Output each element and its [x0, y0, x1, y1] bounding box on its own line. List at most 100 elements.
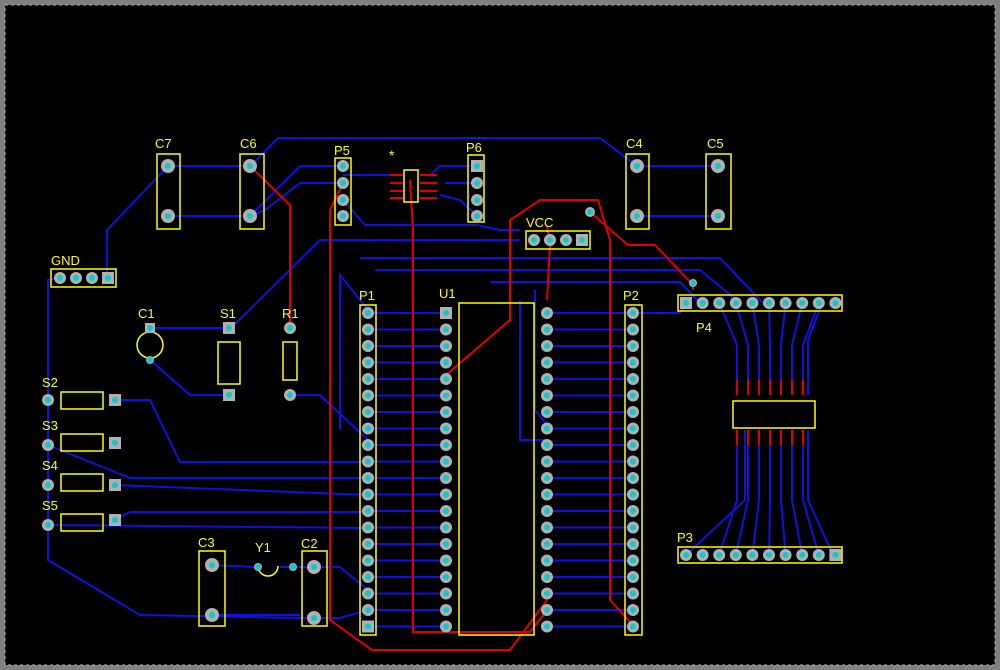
pad-hole — [683, 300, 689, 306]
pad-hole — [112, 397, 118, 403]
pad-hole — [799, 552, 806, 558]
pad-hole — [443, 623, 449, 630]
pad-hole — [365, 326, 371, 333]
board-area — [5, 5, 995, 665]
pad-hole — [544, 359, 550, 366]
pad-hole — [474, 213, 480, 219]
pad-hole — [630, 557, 636, 564]
label-u1: U1 — [439, 286, 456, 301]
label-p2: P2 — [623, 288, 639, 303]
pad-hole — [73, 275, 79, 281]
label-p3: P3 — [677, 530, 693, 545]
pad-hole — [255, 564, 261, 570]
pad-hole — [45, 522, 51, 528]
pad-hole — [732, 300, 739, 306]
pad-hole — [766, 300, 772, 306]
pad-hole — [544, 541, 550, 547]
pad-hole — [749, 552, 756, 558]
pad-hole — [365, 425, 371, 432]
pad-hole — [630, 392, 636, 399]
pad-hole — [226, 325, 232, 331]
pad-hole — [45, 442, 51, 448]
pad-hole — [340, 197, 346, 203]
pcb-canvas[interactable]: C7 C6 P5 P6 C4 C5 GND VCC C1 S1 R1 P1 U1… — [0, 0, 1000, 670]
pad-hole — [443, 343, 449, 349]
pad-hole — [45, 397, 51, 403]
pad-hole — [365, 458, 371, 465]
pad-hole — [832, 300, 839, 306]
pad-hole — [287, 325, 293, 331]
fanout-trace-p3 — [768, 430, 771, 556]
pad-hole — [630, 607, 636, 613]
pad-hole — [799, 300, 806, 306]
pad-hole — [634, 213, 640, 219]
pad-hole — [544, 607, 550, 613]
pad-hole — [340, 213, 346, 219]
pad-hole — [544, 590, 550, 597]
pad-hole — [544, 458, 550, 465]
pad-hole — [247, 163, 253, 169]
label-c5: C5 — [707, 136, 724, 151]
pin1-marker: * — [389, 147, 395, 163]
pad-hole — [544, 392, 550, 399]
label-c2: C2 — [301, 536, 318, 551]
pad-hole — [815, 300, 822, 306]
pad-hole — [544, 425, 550, 432]
pad-hole — [209, 562, 215, 568]
pad-hole — [45, 482, 51, 488]
pad-hole — [287, 392, 293, 398]
label-c1: C1 — [138, 306, 155, 321]
pad-hole — [544, 343, 550, 349]
pad-hole — [630, 442, 636, 448]
pad-hole — [165, 163, 171, 169]
pad-hole — [544, 326, 550, 333]
pad-hole — [365, 442, 371, 448]
pad-hole — [443, 590, 449, 597]
pad-hole — [226, 392, 232, 398]
pad-hole — [365, 343, 371, 349]
pad-hole — [147, 357, 153, 363]
pad-hole — [365, 359, 371, 366]
pad-hole — [365, 475, 371, 481]
pad-hole — [443, 524, 449, 531]
pad-hole — [443, 310, 449, 316]
pad-hole — [209, 612, 215, 618]
pad-hole — [563, 237, 569, 243]
pad-hole — [365, 557, 371, 564]
pad-hole — [716, 552, 723, 558]
pad-hole — [630, 491, 636, 498]
pad-hole — [634, 163, 640, 169]
pad-hole — [443, 409, 449, 415]
pad-hole — [105, 275, 111, 281]
pad-hole — [699, 552, 706, 558]
pad-hole — [544, 623, 550, 630]
pad-hole — [365, 376, 371, 382]
pad-hole — [311, 615, 317, 621]
pad-hole — [630, 475, 636, 481]
pad-hole — [365, 574, 371, 580]
pad-hole — [443, 458, 449, 465]
label-s4: S4 — [42, 458, 58, 473]
pad-hole — [443, 326, 449, 333]
pad-hole — [699, 300, 706, 306]
pad-hole — [749, 300, 756, 306]
pad-hole — [474, 163, 480, 169]
label-c4: C4 — [626, 136, 643, 151]
pad-hole — [544, 557, 550, 564]
pad-hole — [544, 491, 550, 498]
pad-hole — [832, 552, 839, 558]
pad-hole — [630, 310, 636, 316]
pcb-layout-view: C7 C6 P5 P6 C4 C5 GND VCC C1 S1 R1 P1 U1… — [0, 0, 1000, 670]
pad-hole — [630, 623, 636, 630]
pad-hole — [587, 209, 593, 215]
pad-hole — [544, 310, 550, 316]
pad-hole — [531, 237, 537, 243]
pad-hole — [443, 541, 449, 547]
pad-hole — [365, 607, 371, 613]
pad-hole — [112, 482, 118, 488]
pad-hole — [544, 508, 550, 514]
pad-hole — [544, 376, 550, 382]
pad-hole — [544, 475, 550, 481]
label-gnd: GND — [51, 253, 80, 268]
label-p1: P1 — [359, 288, 375, 303]
